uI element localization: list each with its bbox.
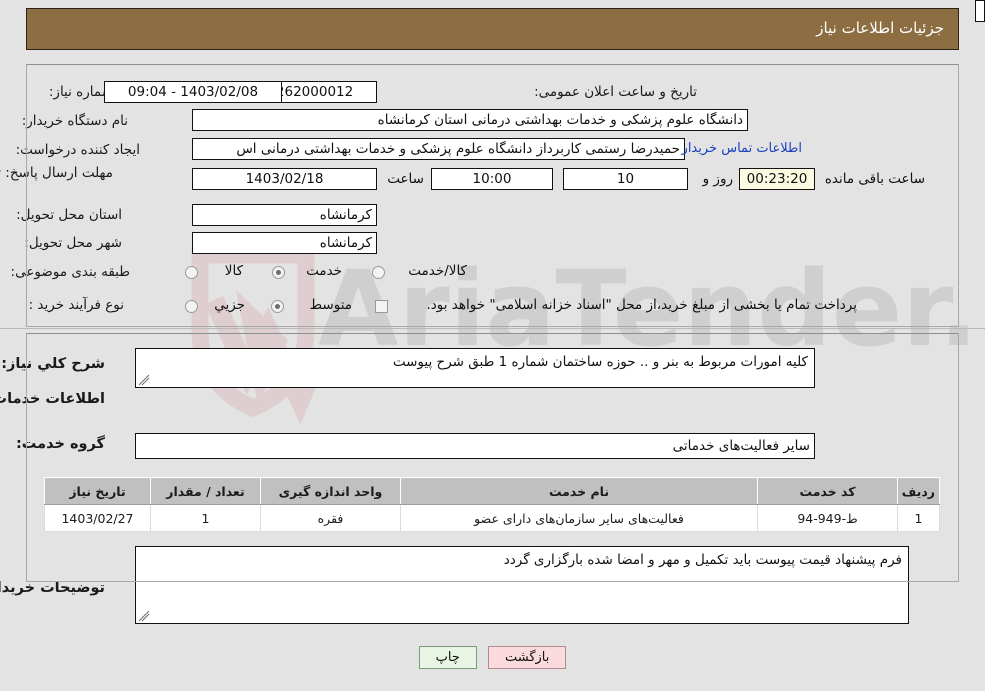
footer-button-bar: بازگشت چاپ — [0, 646, 985, 669]
print-button[interactable]: چاپ — [418, 646, 477, 669]
col-header-service-code: کد خدمت — [757, 477, 898, 505]
cell-need-date: 1403/02/27 — [44, 504, 151, 532]
page-header-bar: جزئیات اطلاعات نیاز — [26, 8, 959, 50]
cell-radif: 1 — [897, 504, 940, 532]
cell-quantity: 1 — [150, 504, 261, 532]
resize-grip-icon-notes[interactable] — [138, 610, 150, 622]
need-summary-panel — [26, 64, 959, 327]
col-header-unit: واحد اندازه گیری — [260, 477, 401, 505]
page-title: جزئیات اطلاعات نیاز — [816, 19, 944, 37]
back-button[interactable]: بازگشت — [487, 646, 567, 669]
col-header-radif: ردیف — [897, 477, 940, 505]
col-header-service-name: نام خدمت — [400, 477, 758, 505]
spacer-k — [975, 0, 985, 22]
service-details-panel — [26, 333, 959, 582]
col-header-quantity: تعداد / مقدار — [150, 477, 261, 505]
cell-unit: فقره — [260, 504, 401, 532]
table-row: 1 ط-949-94 فعالیت‌های سایر سازمان‌های دا… — [44, 504, 940, 532]
col-header-need-date: تاریخ نیاز — [44, 477, 151, 505]
section-divider — [0, 328, 985, 329]
cell-service-code: ط-949-94 — [757, 504, 898, 532]
services-table-wrapper: ردیف کد خدمت نام خدمت واحد اندازه گیری ت… — [44, 477, 940, 532]
services-table: ردیف کد خدمت نام خدمت واحد اندازه گیری ت… — [44, 477, 940, 532]
cell-service-name: فعالیت‌های سایر سازمان‌های دارای عضو — [400, 504, 758, 532]
buyer-notes-label: توضیحات خریدار: — [0, 580, 105, 596]
page-root: AriaTender.net جزئیات اطلاعات نیاز شماره… — [0, 0, 985, 691]
table-header-row: ردیف کد خدمت نام خدمت واحد اندازه گیری ت… — [44, 477, 940, 505]
